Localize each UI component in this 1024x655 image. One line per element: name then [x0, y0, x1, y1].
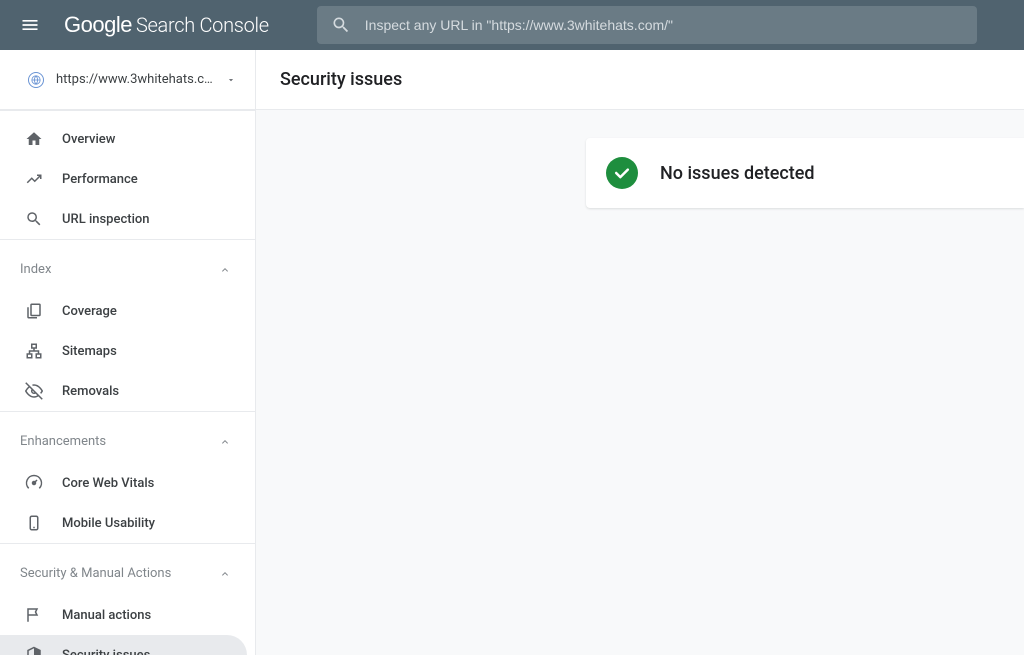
sidebar: https://www.3whitehats.com/ Overview Per…: [0, 50, 256, 655]
sidebar-item-label: Core Web Vitals: [62, 476, 154, 491]
status-card: No issues detected: [586, 138, 1024, 208]
logo-product: Search Console: [136, 13, 269, 37]
section-title: Security & Manual Actions: [20, 566, 171, 581]
search-icon: [24, 210, 44, 228]
sidebar-item-label: Performance: [62, 172, 138, 187]
page-title: Security issues: [280, 69, 402, 90]
url-inspect-search[interactable]: [317, 6, 977, 44]
eye-off-icon: [24, 382, 44, 400]
sidebar-item-label: Coverage: [62, 304, 117, 319]
sidebar-item-coverage[interactable]: Coverage: [0, 291, 247, 331]
nav-section-security: Security & Manual Actions Manual actions…: [0, 543, 255, 655]
section-title: Enhancements: [20, 434, 106, 449]
nav-top: Overview Performance URL inspection: [0, 110, 255, 239]
globe-icon: [28, 72, 44, 88]
sidebar-item-mobile-usability[interactable]: Mobile Usability: [0, 503, 247, 543]
sidebar-item-label: Sitemaps: [62, 344, 117, 359]
search-icon: [331, 15, 351, 35]
logo-google: Google: [64, 12, 132, 38]
sitemap-icon: [24, 342, 44, 360]
property-selector[interactable]: https://www.3whitehats.com/: [0, 50, 256, 110]
caret-down-icon: [226, 75, 236, 85]
sidebar-item-label: Overview: [62, 132, 115, 147]
sidebar-item-label: Manual actions: [62, 608, 151, 623]
top-bar: Google Search Console: [0, 0, 1024, 50]
section-title: Index: [20, 262, 51, 277]
sidebar-item-label: Mobile Usability: [62, 516, 155, 531]
shield-icon: [24, 646, 44, 655]
speed-icon: [24, 474, 44, 492]
nav-section-enhancements: Enhancements Core Web Vitals Mobile Usab…: [0, 411, 255, 543]
sidebar-item-label: Removals: [62, 384, 119, 399]
menu-icon[interactable]: [16, 11, 44, 39]
sidebar-item-url-inspection[interactable]: URL inspection: [0, 199, 247, 239]
property-url: https://www.3whitehats.com/: [56, 72, 214, 87]
sidebar-item-performance[interactable]: Performance: [0, 159, 247, 199]
chevron-up-icon: [219, 436, 231, 448]
content-area: Security issues No issues detected: [256, 50, 1024, 655]
sidebar-item-removals[interactable]: Removals: [0, 371, 247, 411]
sidebar-item-overview[interactable]: Overview: [0, 119, 247, 159]
nav-section-index: Index Coverage Sitemaps Removals: [0, 239, 255, 411]
sidebar-item-core-web-vitals[interactable]: Core Web Vitals: [0, 463, 247, 503]
sidebar-item-label: URL inspection: [62, 212, 150, 227]
page-header: Security issues: [256, 50, 1024, 110]
sidebar-item-manual-actions[interactable]: Manual actions: [0, 595, 247, 635]
check-circle-icon: [606, 157, 638, 189]
section-header-index[interactable]: Index: [0, 248, 255, 291]
pages-icon: [24, 302, 44, 320]
section-header-enhancements[interactable]: Enhancements: [0, 420, 255, 463]
sidebar-item-security-issues[interactable]: Security issues: [0, 635, 247, 655]
sidebar-item-label: Security issues: [62, 648, 150, 655]
home-icon: [24, 130, 44, 148]
chevron-up-icon: [219, 568, 231, 580]
content-body: No issues detected: [256, 110, 1024, 655]
trend-icon: [24, 170, 44, 188]
mobile-icon: [24, 514, 44, 532]
flag-icon: [24, 606, 44, 624]
sidebar-item-sitemaps[interactable]: Sitemaps: [0, 331, 247, 371]
status-text: No issues detected: [660, 163, 815, 184]
url-inspect-input[interactable]: [365, 17, 963, 33]
logo[interactable]: Google Search Console: [64, 12, 269, 38]
section-header-security[interactable]: Security & Manual Actions: [0, 552, 255, 595]
chevron-up-icon: [219, 264, 231, 276]
